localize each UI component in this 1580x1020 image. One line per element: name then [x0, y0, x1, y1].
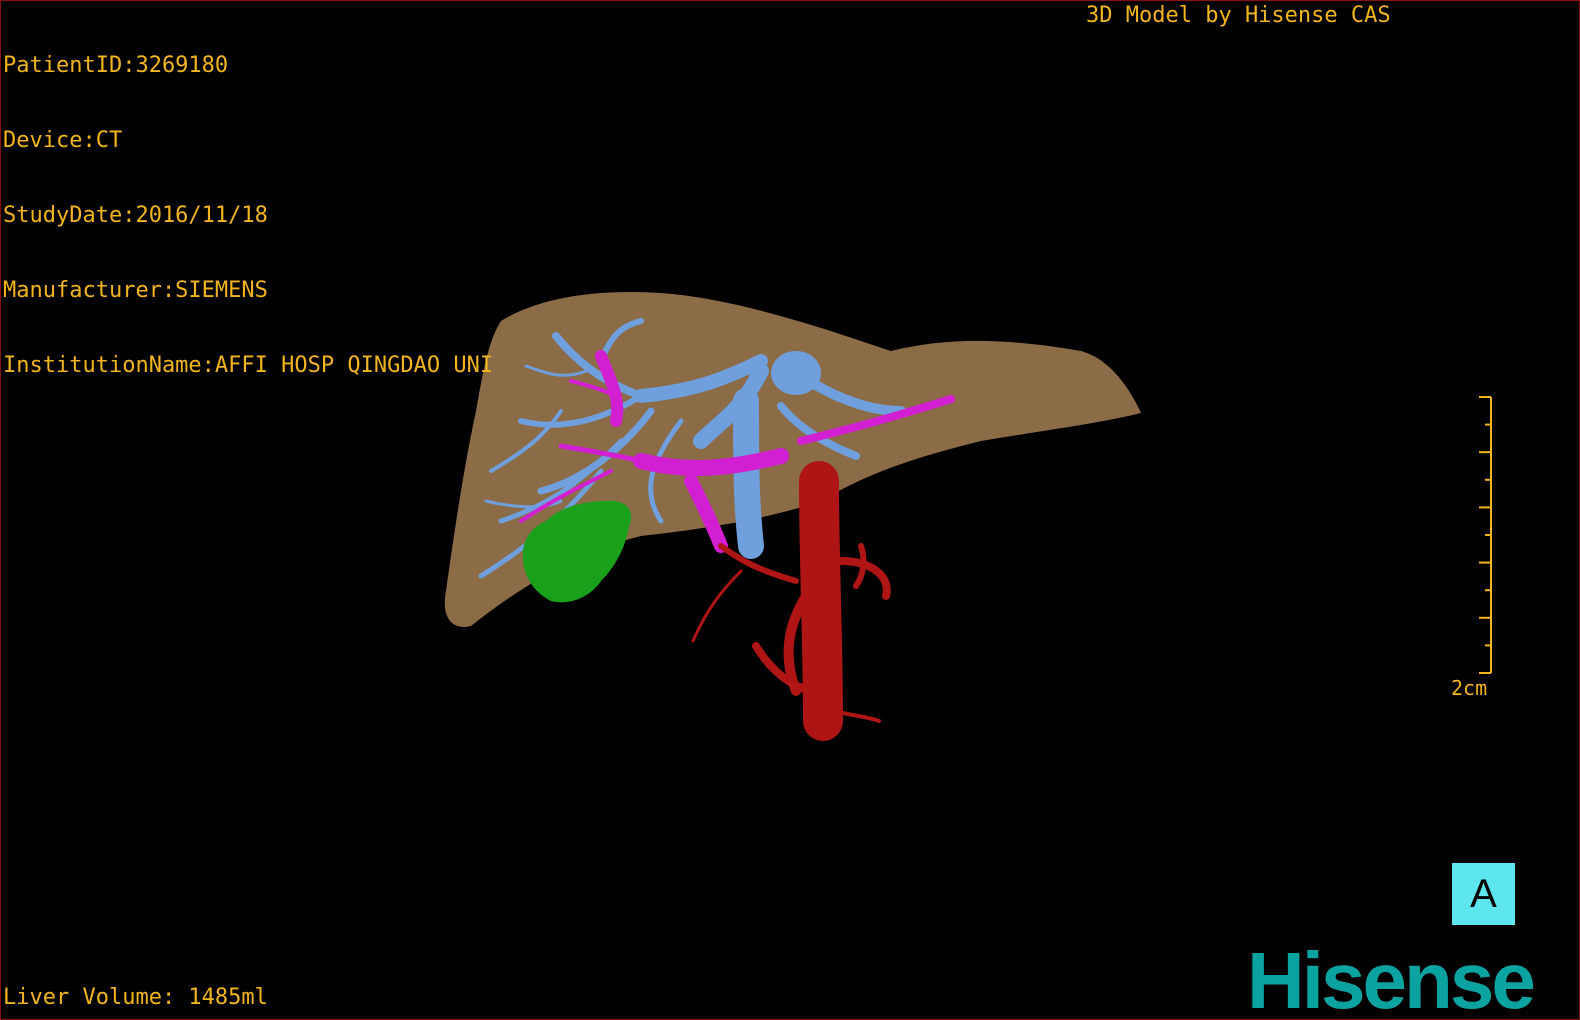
manufacturer: Manufacturer:SIEMENS: [3, 278, 268, 303]
portal-vein-confluence: [771, 351, 821, 395]
model-credit: 3D Model by Hisense CAS: [1086, 3, 1391, 28]
study-date: StudyDate:2016/11/18: [3, 203, 268, 228]
orientation-marker[interactable]: A: [1452, 863, 1515, 925]
hisense-logo: Hisense: [1247, 936, 1536, 1020]
patient-id: PatientID:3269180: [3, 53, 229, 78]
3d-viewport[interactable]: PatientID:3269180 Device:CT StudyDate:20…: [0, 0, 1580, 1020]
scale-bar: [1479, 396, 1492, 674]
institution-name: InstitutionName:AFFI HOSP QINGDAO UNI: [3, 353, 494, 378]
device: Device:CT: [3, 128, 123, 153]
liver-volume: Liver Volume: 1485ml: [3, 985, 268, 1010]
scale-bar-label: 2cm: [1451, 676, 1488, 700]
dicom-info-overlay: PatientID:3269180 Device:CT StudyDate:20…: [3, 3, 493, 428]
